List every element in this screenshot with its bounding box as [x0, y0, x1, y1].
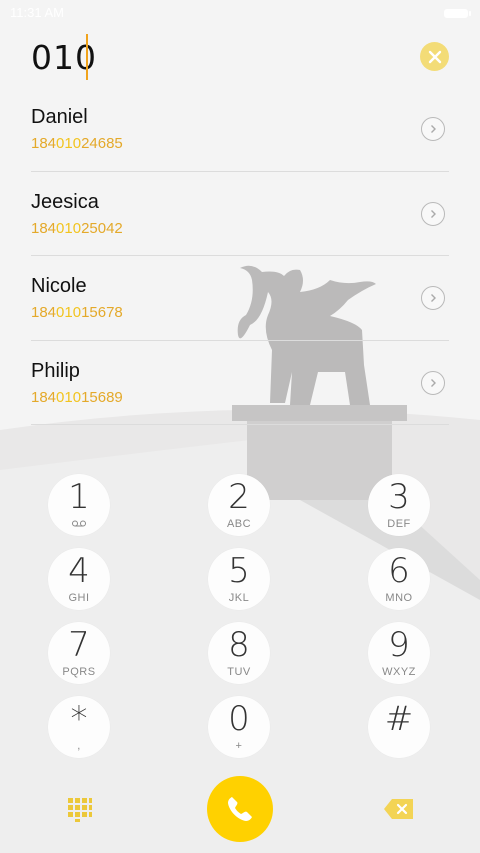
contact-number: 18401024685: [31, 135, 123, 152]
key-7[interactable]: 7 PQRS: [48, 622, 110, 684]
contact-detail-button[interactable]: [421, 117, 445, 141]
dialer-bottom-bar: [0, 770, 480, 850]
status-bar: 11:31 AM: [0, 0, 480, 26]
key-5[interactable]: 5 JKL: [208, 548, 270, 610]
key-letters: GHI: [68, 592, 90, 604]
key-digit: 6: [388, 551, 410, 591]
key-digit: 0: [228, 699, 250, 739]
key-digit: 4: [68, 551, 90, 591]
contact-name: Jeesica: [31, 190, 99, 213]
key-6[interactable]: 6 MNO: [368, 548, 430, 610]
contact-row[interactable]: Daniel 18401024685: [0, 87, 480, 172]
key-letters: DEF: [387, 518, 411, 530]
key-digit: *: [70, 699, 88, 739]
voicemail-icon: [72, 520, 86, 527]
chevron-right-icon: [431, 209, 436, 218]
contact-number: 18401015678: [31, 304, 123, 321]
key-letters: JKL: [228, 592, 250, 604]
number-match-highlight: 010: [56, 388, 82, 406]
backspace-icon[interactable]: [383, 797, 415, 821]
contact-number: 18401015689: [31, 388, 123, 406]
contact-name: Daniel: [31, 106, 88, 128]
key-letters: ABC: [226, 518, 252, 530]
key-digit: 5: [228, 551, 250, 591]
contact-detail-button[interactable]: [421, 370, 445, 395]
key-hash[interactable]: #: [368, 696, 430, 758]
contact-name: Nicole: [31, 275, 87, 297]
key-digit: 9: [388, 625, 410, 665]
key-letters: PQRS: [62, 666, 96, 678]
contact-row[interactable]: Jeesica 18401025042: [0, 172, 480, 256]
dialpad-grid-icon[interactable]: [67, 797, 93, 823]
call-button[interactable]: [207, 776, 273, 842]
key-2[interactable]: 2 ABC: [208, 474, 270, 536]
key-digit: 1: [68, 477, 90, 517]
dial-input-row: 010: [0, 28, 480, 88]
number-match-highlight: 010: [56, 135, 82, 152]
key-letters: WXYZ: [382, 666, 416, 678]
contact-row[interactable]: Philip 18401015689: [0, 341, 480, 425]
status-time: 11:31 AM: [10, 5, 64, 20]
key-digit: 8: [228, 625, 250, 665]
key-digit: 2: [228, 477, 250, 517]
key-letters: +: [235, 740, 243, 752]
contact-detail-button[interactable]: [421, 286, 445, 310]
key-9[interactable]: 9 WXYZ: [368, 622, 430, 684]
number-match-highlight: 010: [56, 219, 82, 237]
key-digit: 7: [68, 625, 90, 665]
key-3[interactable]: 3 DEF: [368, 474, 430, 536]
contact-row[interactable]: Nicole 18401015678: [0, 256, 480, 341]
contact-name: Philip: [31, 359, 80, 382]
divider: [31, 424, 449, 425]
key-0[interactable]: 0 +: [208, 696, 270, 758]
contact-suggestion-list: Daniel 18401024685 Jeesica 18401025042 N…: [0, 87, 480, 425]
key-digit: 3: [388, 477, 410, 517]
key-letters: ,: [77, 740, 81, 752]
close-icon: [428, 50, 441, 63]
phone-icon: [228, 797, 252, 821]
key-digit: #: [384, 699, 414, 739]
number-match-highlight: 010: [56, 304, 82, 321]
chevron-right-icon: [431, 378, 436, 387]
chevron-right-icon: [431, 125, 436, 133]
key-1[interactable]: 1: [48, 474, 110, 536]
text-cursor: [86, 34, 88, 80]
contact-number: 18401025042: [31, 219, 123, 237]
key-letters: TUV: [227, 666, 251, 678]
key-star[interactable]: * ,: [48, 696, 110, 758]
clear-input-button[interactable]: [420, 42, 449, 71]
key-letters: MNO: [385, 592, 413, 604]
battery-icon: [444, 9, 471, 18]
contact-detail-button[interactable]: [421, 201, 445, 226]
key-8[interactable]: 8 TUV: [208, 622, 270, 684]
chevron-right-icon: [431, 294, 436, 302]
key-4[interactable]: 4 GHI: [48, 548, 110, 610]
